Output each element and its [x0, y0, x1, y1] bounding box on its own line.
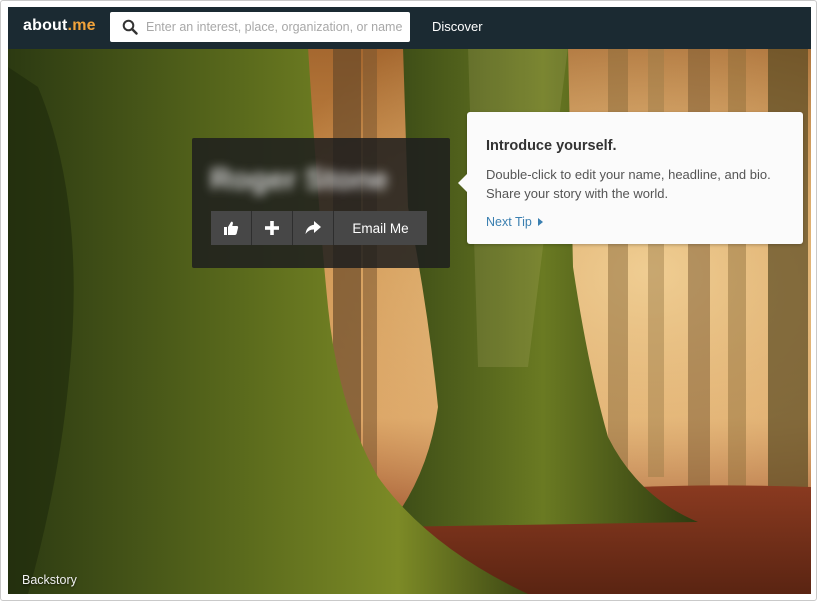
next-tip-link[interactable]: Next Tip — [486, 215, 543, 229]
about-me-logo[interactable]: about.me — [23, 17, 96, 35]
search-input[interactable] — [146, 12, 404, 42]
add-button[interactable] — [252, 211, 293, 245]
tooltip-pointer — [458, 174, 467, 192]
logo-text-me: .me — [67, 17, 96, 34]
card-action-bar: Email Me — [211, 211, 427, 245]
like-button[interactable] — [211, 211, 252, 245]
search-box — [110, 12, 410, 42]
logo-text-about: about — [23, 17, 68, 34]
profile-name-card: Roger Stone Email Me — [192, 138, 450, 268]
search-icon — [122, 19, 138, 35]
share-arrow-icon — [305, 221, 321, 234]
next-tip-label: Next Tip — [486, 215, 532, 229]
email-me-button[interactable]: Email Me — [334, 211, 427, 245]
tooltip-body: Double-click to edit your name, headline… — [486, 167, 771, 201]
page-viewport: about.me Discover Roger Stone — [8, 7, 811, 594]
thumbs-up-icon — [224, 221, 239, 235]
top-navbar: about.me Discover — [8, 7, 811, 49]
tooltip-title: Introduce yourself. — [486, 138, 617, 154]
caret-right-icon — [537, 218, 543, 226]
browser-frame: about.me Discover Roger Stone — [0, 0, 817, 601]
plus-icon — [265, 221, 279, 235]
backstory-link[interactable]: Backstory — [22, 573, 77, 587]
discover-link[interactable]: Discover — [432, 19, 483, 34]
introduce-yourself-tooltip: Introduce yourself. Double-click to edit… — [458, 112, 803, 244]
share-button[interactable] — [293, 211, 334, 245]
forest-background-image — [8, 7, 811, 594]
profile-name-blurred[interactable]: Roger Stone — [210, 160, 432, 200]
